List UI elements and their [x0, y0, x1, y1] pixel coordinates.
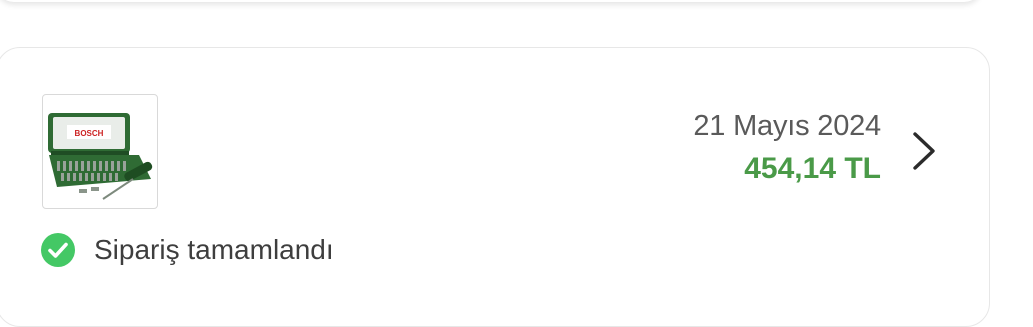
order-total-price: 454,14 TL: [744, 152, 881, 185]
order-status-label: Sipariş tamamlandı: [94, 234, 334, 265]
brand-logo: BOSCH: [75, 129, 104, 138]
order-status: Sipariş tamamlandı: [40, 229, 334, 271]
order-date: 21 Mayıs 2024: [693, 110, 881, 142]
product-thumbnail[interactable]: BOSCH: [42, 94, 158, 209]
previous-order-card[interactable]: [0, 0, 982, 2]
chevron-right-icon[interactable]: [904, 129, 944, 173]
check-circle-icon: [41, 233, 75, 267]
screwdriver-set-image: BOSCH: [48, 113, 153, 200]
